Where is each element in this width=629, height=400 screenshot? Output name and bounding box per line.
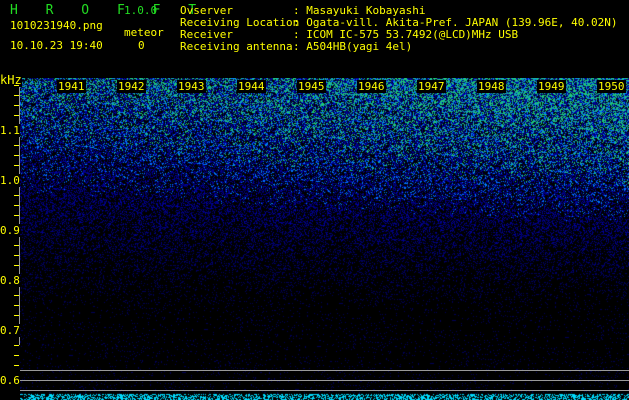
y-tick: [14, 215, 19, 216]
y-tick-label: 0.7: [0, 324, 20, 337]
reference-line: [20, 380, 629, 381]
app-logo: H R O F F T: [10, 3, 207, 18]
y-tick: [14, 305, 19, 306]
reference-line: [20, 370, 629, 371]
info-label: Receiving antenna: [180, 40, 293, 53]
minute-label: 1949: [537, 80, 566, 93]
meteor-count: 0: [138, 39, 145, 52]
minute-label: 1946: [357, 80, 386, 93]
y-tick-label: 1.0: [0, 174, 20, 187]
y-tick-label: 1.1: [0, 124, 20, 137]
y-tick: [14, 265, 19, 266]
minute-label: 1950: [597, 80, 626, 93]
y-tick: [14, 355, 19, 356]
minute-label: 1941: [57, 80, 86, 93]
datetime: 10.10.23 19:40: [10, 39, 103, 52]
filename: 1010231940.png: [10, 19, 103, 32]
y-tick: [14, 365, 19, 366]
y-tick: [14, 295, 19, 296]
y-tick: [14, 255, 19, 256]
y-tick: [14, 155, 19, 156]
minute-label: 1944: [237, 80, 266, 93]
minute-label: 1943: [177, 80, 206, 93]
y-tick: [14, 145, 19, 146]
spectrogram: [20, 78, 629, 400]
y-tick-label: 0.8: [0, 274, 20, 287]
app-version: 1.0.0: [124, 4, 158, 17]
y-tick-label: 0.9: [0, 224, 20, 237]
y-tick: [14, 85, 19, 86]
meteor-label: meteor: [124, 26, 164, 39]
y-tick: [14, 105, 19, 106]
y-tick: [14, 115, 19, 116]
y-tick: [14, 205, 19, 206]
minute-label: 1948: [477, 80, 506, 93]
y-tick: [14, 95, 19, 96]
minute-label: 1947: [417, 80, 446, 93]
reference-line: [20, 390, 629, 391]
minute-label: 1942: [117, 80, 146, 93]
minute-label: 1945: [297, 80, 326, 93]
y-tick: [14, 345, 19, 346]
y-tick-label: 0.6: [0, 374, 20, 387]
y-tick: [14, 195, 19, 196]
info-value: : A504HB(yagi 4el): [293, 40, 413, 53]
y-tick: [14, 315, 19, 316]
y-tick: [14, 245, 19, 246]
y-tick: [14, 165, 19, 166]
y-axis-line: [19, 80, 20, 345]
